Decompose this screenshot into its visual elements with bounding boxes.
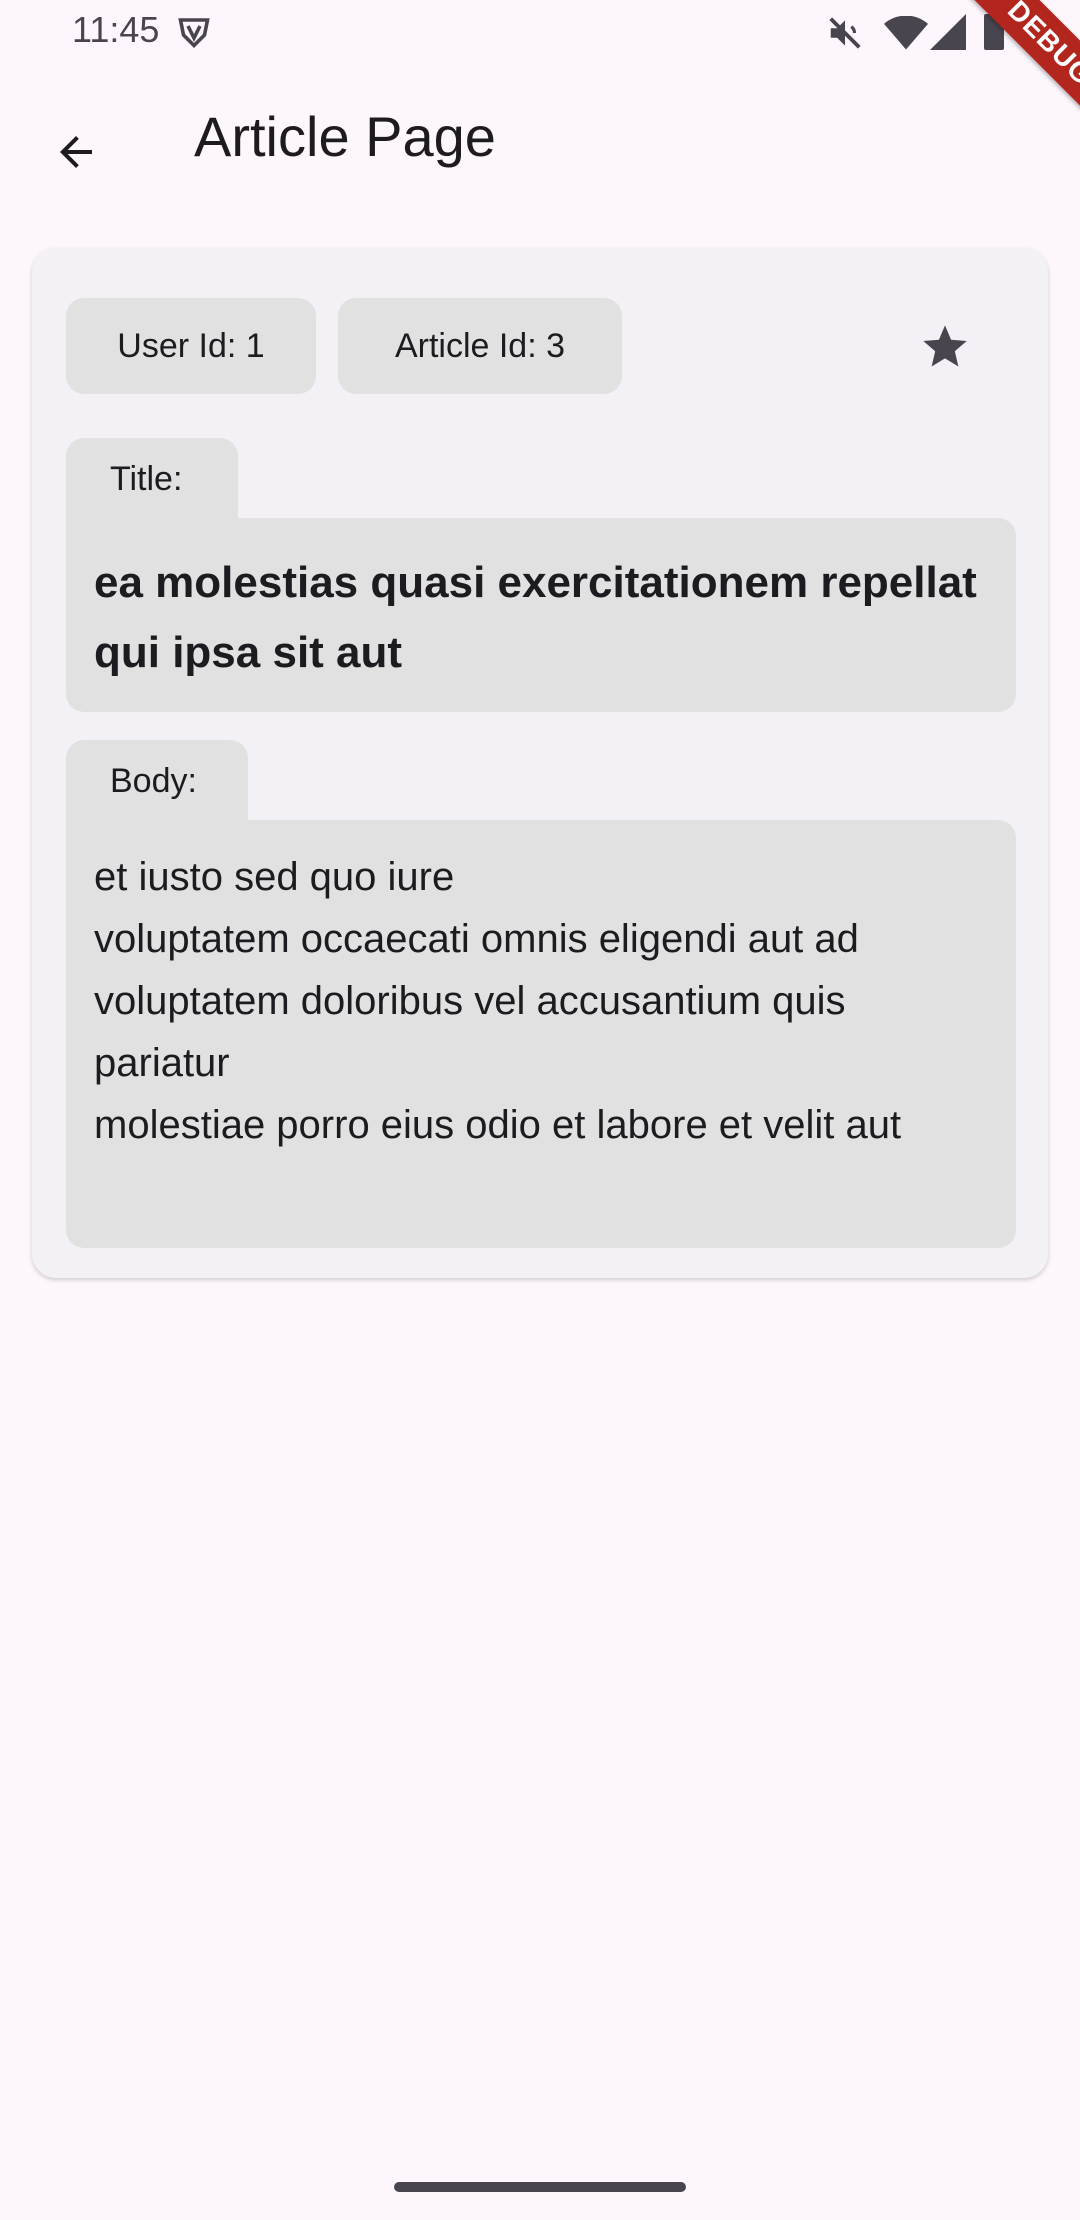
signal-icon: [930, 14, 966, 50]
wifi-icon: [884, 16, 928, 50]
app-bar: Article Page: [0, 64, 1080, 216]
article-body: et iusto sed quo iure voluptatem occaeca…: [66, 820, 1016, 1248]
article-card: User Id: 1 Article Id: 3 Title: ea moles…: [32, 248, 1048, 1278]
status-time: 11:45: [72, 9, 160, 50]
vpn-shield-icon: [178, 18, 210, 49]
star-icon: [923, 325, 967, 367]
arrow-back-icon: [60, 136, 92, 168]
mute-icon: [829, 17, 861, 49]
favorite-button[interactable]: [912, 314, 978, 380]
page-title: Article Page: [194, 105, 496, 168]
back-button[interactable]: [32, 108, 120, 196]
user-id-chip: User Id: 1: [66, 298, 316, 394]
article-title: ea molestias quasi exercitationem repell…: [66, 518, 1016, 712]
article-id-chip: Article Id: 3: [338, 298, 622, 394]
home-indicator[interactable]: [394, 2182, 686, 2192]
status-bar: 11:45: [0, 0, 1080, 64]
